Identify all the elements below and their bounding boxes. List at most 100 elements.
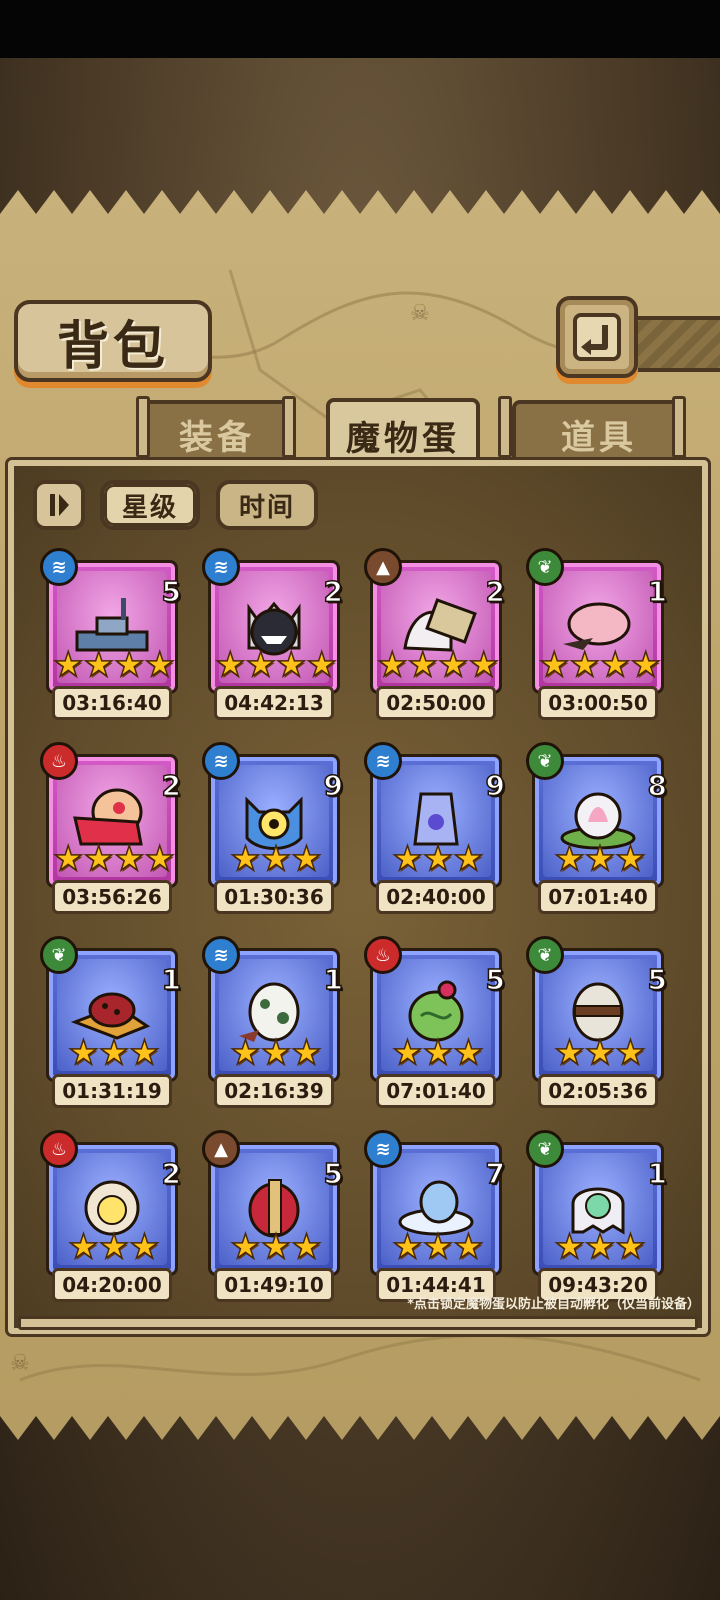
leaf-element-icon: ❦: [526, 742, 564, 780]
star-icon: ★: [554, 839, 586, 879]
egg-card[interactable]: 2 ≋ ★ ★ ★ ★ 04:42:13: [186, 548, 344, 728]
star-icon: ★: [422, 839, 454, 879]
sort-by-stars-button[interactable]: 星级: [100, 480, 200, 530]
star-icon: ★: [144, 645, 176, 685]
sort-by-time-button[interactable]: 时间: [216, 480, 318, 530]
egg-card[interactable]: 5 ≋ ★ ★ ★ ★ 03:16:40: [24, 548, 182, 728]
tab-equipment[interactable]: 装备: [138, 400, 296, 464]
star-icon: ★: [392, 1033, 424, 1073]
water-element-icon: ≋: [364, 1130, 402, 1168]
star-icon: ★: [260, 1033, 292, 1073]
egg-card[interactable]: 7 ≋ ★ ★ ★ 01:44:41: [348, 1130, 506, 1310]
egg-grid: 5 ≋ ★ ★ ★ ★ 03:16:40 2 ≋ ★ ★ ★ ★ 04:42:13 2 ▲ ★ ★ ★ ★ 02:50:…: [24, 548, 696, 1312]
hatch-timer: 07:01:40: [538, 880, 658, 914]
star-rating: ★ ★ ★: [392, 1033, 485, 1073]
star-icon: ★: [68, 1227, 100, 1267]
egg-count: 5: [161, 574, 182, 609]
tab-items[interactable]: 道具: [512, 400, 686, 464]
star-rating: ★ ★ ★: [230, 839, 323, 879]
water-element-icon: ≋: [202, 936, 240, 974]
hatch-time: 03:16:40: [62, 691, 162, 715]
hatch-timer: 01:31:19: [52, 1074, 172, 1108]
egg-card[interactable]: 9 ≋ ★ ★ ★ 02:40:00: [348, 742, 506, 922]
tab-monster-eggs-label: 魔物蛋: [346, 418, 460, 459]
hatch-time: 02:40:00: [386, 885, 486, 909]
tab-post: [672, 396, 686, 458]
sort-order-icon: [50, 494, 69, 516]
hatch-timer: 02:05:36: [538, 1074, 658, 1108]
egg-card[interactable]: 2 ♨ ★ ★ ★ ★ 03:56:26: [24, 742, 182, 922]
tab-monster-eggs[interactable]: 魔物蛋: [326, 398, 480, 468]
star-icon: ★: [584, 839, 616, 879]
hatch-time: 03:00:50: [548, 691, 648, 715]
water-element-icon: ≋: [202, 548, 240, 586]
star-icon: ★: [260, 839, 292, 879]
star-icon: ★: [230, 839, 262, 879]
star-rating: ★ ★ ★: [230, 1033, 323, 1073]
hatch-time: 07:01:40: [386, 1079, 486, 1103]
egg-card[interactable]: 1 ❦ ★ ★ ★ 01:31:19: [24, 936, 182, 1116]
egg-count: 9: [323, 768, 344, 803]
egg-card[interactable]: 5 ▲ ★ ★ ★ 01:49:10: [186, 1130, 344, 1310]
leaf-element-icon: ❦: [526, 1130, 564, 1168]
hatch-time: 04:20:00: [62, 1273, 162, 1297]
egg-count: 2: [161, 1156, 182, 1191]
egg-card[interactable]: 9 ≋ ★ ★ ★ 01:30:36: [186, 742, 344, 922]
svg-text:☠: ☠: [410, 301, 430, 326]
star-icon: ★: [452, 1227, 484, 1267]
egg-card[interactable]: 8 ❦ ★ ★ ★ 07:01:40: [510, 742, 668, 922]
sort-order-toggle[interactable]: [33, 480, 85, 530]
fire-element-icon: ♨: [40, 1130, 78, 1168]
tab-post: [282, 396, 296, 458]
hatch-time: 02:50:00: [386, 691, 486, 715]
star-rating: ★ ★ ★: [554, 1229, 647, 1265]
leaf-element-icon: ❦: [526, 548, 564, 586]
star-icon: ★: [392, 839, 424, 879]
star-rating: ★ ★ ★: [554, 839, 647, 879]
star-icon: ★: [83, 645, 115, 685]
star-icon: ★: [98, 1033, 130, 1073]
star-icon: ★: [128, 1033, 160, 1073]
hatch-timer: 01:49:10: [214, 1268, 334, 1302]
tab-items-label: 道具: [561, 417, 637, 458]
egg-card[interactable]: 2 ♨ ★ ★ ★ 04:20:00: [24, 1130, 182, 1310]
svg-text:☠: ☠: [10, 1351, 30, 1376]
hatch-time: 03:56:26: [62, 885, 162, 909]
star-icon: ★: [554, 1033, 586, 1073]
egg-card[interactable]: 2 ▲ ★ ★ ★ ★ 02:50:00: [348, 548, 506, 728]
star-icon: ★: [113, 645, 145, 685]
star-rating: ★ ★ ★ ★: [538, 645, 661, 685]
egg-card[interactable]: 1 ❦ ★ ★ ★ ★ 03:00:50: [510, 548, 668, 728]
egg-card[interactable]: 5 ❦ ★ ★ ★ 02:05:36: [510, 936, 668, 1116]
egg-count: 1: [323, 962, 344, 997]
egg-card[interactable]: 1 ≋ ★ ★ ★ 02:16:39: [186, 936, 344, 1116]
star-icon: ★: [230, 1227, 262, 1267]
egg-card[interactable]: 1 ❦ ★ ★ ★ 09:43:20: [510, 1130, 668, 1310]
egg-count: 8: [647, 768, 668, 803]
hatch-timer: 07:01:40: [376, 1074, 496, 1108]
star-icon: ★: [569, 645, 601, 685]
star-icon: ★: [452, 839, 484, 879]
star-icon: ★: [614, 1033, 646, 1073]
egg-card[interactable]: 5 ♨ ★ ★ ★ 07:01:40: [348, 936, 506, 1116]
sort-by-time-label: 时间: [238, 492, 295, 523]
star-rating: ★ ★ ★: [68, 1227, 161, 1267]
star-icon: ★: [290, 1033, 322, 1073]
star-icon: ★: [144, 839, 176, 879]
egg-count: 9: [485, 768, 506, 803]
star-rating: ★ ★ ★: [392, 839, 485, 879]
star-rating: ★ ★ ★: [68, 1033, 161, 1073]
star-icon: ★: [422, 1033, 454, 1073]
star-icon: ★: [260, 1227, 292, 1267]
hatch-timer: 03:16:40: [52, 686, 172, 720]
fire-element-icon: ♨: [40, 742, 78, 780]
tab-equipment-label: 装备: [179, 417, 255, 458]
back-button[interactable]: [556, 296, 638, 378]
egg-count: 1: [647, 574, 668, 609]
star-icon: ★: [52, 645, 84, 685]
hatch-time: 02:16:39: [224, 1079, 324, 1103]
tab-post: [136, 396, 150, 458]
lock-hint-text: *点击锁定魔物蛋以防止被自动孵化（仅当前设备）: [407, 1297, 700, 1312]
hatch-timer: 02:50:00: [376, 686, 496, 720]
egg-count: 5: [323, 1156, 344, 1191]
